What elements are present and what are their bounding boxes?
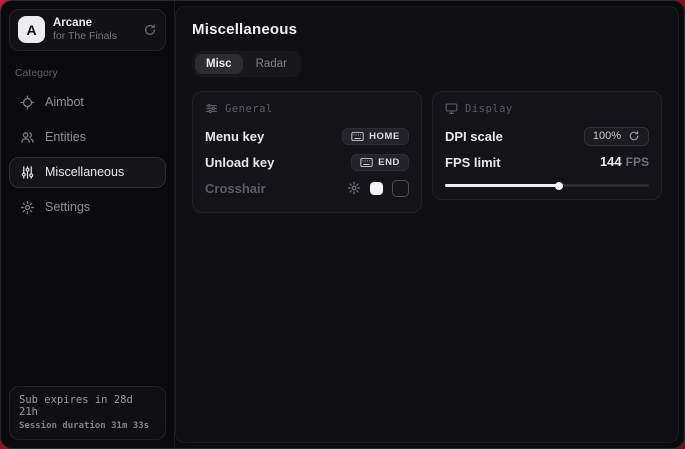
sub-expiry-text: Sub expires in 28d 21h <box>19 394 156 418</box>
crosshair-icon <box>20 95 35 110</box>
sidebar-item-label: Miscellaneous <box>45 165 124 179</box>
sidebar-item-label: Aimbot <box>45 95 84 109</box>
sidebar-item-aimbot[interactable]: Aimbot <box>9 87 166 118</box>
sliders-icon <box>205 102 218 115</box>
session-duration-text: Session duration 31m 33s <box>19 421 156 431</box>
fps-limit-slider[interactable] <box>445 184 649 187</box>
app-name: Arcane <box>53 16 135 30</box>
gear-icon[interactable] <box>347 181 361 195</box>
users-icon <box>20 130 35 145</box>
display-card: Display DPI scale 100% <box>432 91 662 200</box>
card-title: General <box>225 103 273 115</box>
sidebar-item-miscellaneous[interactable]: Miscellaneous <box>9 157 166 188</box>
crosshair-row: Crosshair <box>205 176 409 200</box>
sliders-icon <box>20 165 35 180</box>
slider-thumb[interactable] <box>555 182 563 190</box>
unload-key-row: Unload key END <box>205 150 409 174</box>
gear-icon <box>20 200 35 215</box>
keyboard-icon <box>351 131 364 142</box>
keyboard-icon <box>360 157 373 168</box>
menu-key-row: Menu key HOME <box>205 124 409 148</box>
monitor-icon <box>445 102 458 115</box>
tab-radar[interactable]: Radar <box>245 54 298 74</box>
dpi-scale-row: DPI scale 100% <box>445 124 649 148</box>
sidebar-item-entities[interactable]: Entities <box>9 122 166 153</box>
app-header-card: A Arcane for The Finals <box>9 9 166 51</box>
fps-limit-label: FPS limit <box>445 155 501 170</box>
subscription-info-card: Sub expires in 28d 21h Session duration … <box>9 386 166 440</box>
general-card: General Menu key HOME <box>192 91 422 213</box>
unload-key-label: Unload key <box>205 155 274 170</box>
desktop-background: A Arcane for The Finals Category <box>0 0 685 449</box>
category-label: Category <box>15 67 160 79</box>
sidebar-nav: Aimbot Entities <box>9 87 166 223</box>
crosshair-color-swatch[interactable] <box>370 182 383 195</box>
main-panel: Miscellaneous Misc Radar Gene <box>175 6 679 443</box>
fps-limit-value: 144 <box>600 154 622 169</box>
keybind-value: HOME <box>369 131 400 142</box>
crosshair-label: Crosshair <box>205 181 266 196</box>
refresh-icon[interactable] <box>143 23 157 37</box>
fps-limit-row: FPS limit 144 FPS <box>445 150 649 174</box>
sidebar-item-label: Settings <box>45 200 90 214</box>
crosshair-checkbox[interactable] <box>392 180 409 197</box>
slider-fill <box>445 184 559 187</box>
dpi-scale-control[interactable]: 100% <box>584 127 649 146</box>
app-logo: A <box>18 16 45 43</box>
refresh-icon <box>628 130 640 142</box>
sidebar: A Arcane for The Finals Category <box>1 1 175 448</box>
dpi-scale-label: DPI scale <box>445 129 503 144</box>
app-window: A Arcane for The Finals Category <box>0 0 685 449</box>
tab-list: Misc Radar <box>192 51 301 77</box>
dpi-scale-value: 100% <box>593 130 621 142</box>
fps-limit-unit: FPS <box>626 155 649 169</box>
card-title: Display <box>465 103 513 115</box>
menu-key-label: Menu key <box>205 129 264 144</box>
tab-misc[interactable]: Misc <box>195 54 243 74</box>
page-title: Miscellaneous <box>192 21 662 38</box>
keybind-value: END <box>378 157 400 168</box>
app-subtitle: for The Finals <box>53 30 135 43</box>
sidebar-item-settings[interactable]: Settings <box>9 192 166 223</box>
menu-keybind-button[interactable]: HOME <box>342 128 409 145</box>
unload-keybind-button[interactable]: END <box>351 154 409 171</box>
sidebar-item-label: Entities <box>45 130 86 144</box>
